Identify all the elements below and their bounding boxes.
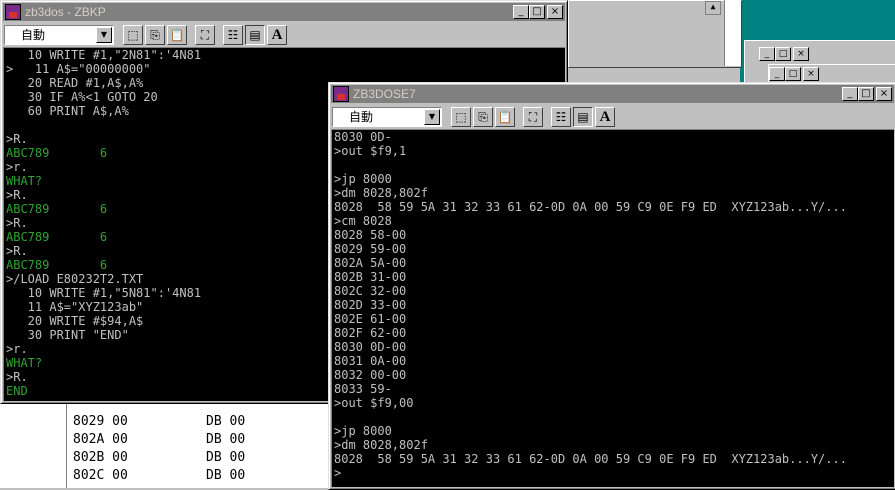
- app-icon[interactable]: [5, 4, 21, 20]
- console-line: 8031 0A-00: [334, 354, 407, 368]
- paste-icon[interactable]: 📋: [495, 107, 515, 127]
- background-icon[interactable]: ▤: [245, 25, 265, 45]
- mark-icon[interactable]: ⬚: [123, 25, 143, 45]
- console-line: 802E 61-00: [334, 312, 407, 326]
- title-bar[interactable]: ZB3DOSE7 _ □ ×: [331, 85, 894, 103]
- console-line: >out $f9,1: [334, 144, 407, 158]
- console-line: 8028 58-00: [334, 228, 407, 242]
- toolbar: 自動 ▼ ⬚ ⎘ 📋 ⛶ ☷ ▤ A: [3, 23, 565, 47]
- maximize-button[interactable]: □: [775, 47, 791, 61]
- scroll-up-arrow-icon[interactable]: ▲: [705, 1, 721, 15]
- console-line: >jp 8000: [334, 172, 392, 186]
- listing-row: 802B 00 DB 00: [73, 450, 246, 465]
- console-line: > 11 A$="00000000": [6, 62, 151, 76]
- console-line: >: [334, 466, 342, 480]
- desktop-area: [0, 402, 66, 488]
- console-line: 8029 59-00: [334, 242, 407, 256]
- console-line: 802A 5A-00: [334, 256, 407, 270]
- window-title: ZB3DOSE7: [353, 87, 416, 101]
- console-line: >dm 8028,802f: [334, 438, 428, 452]
- app-icon[interactable]: [333, 86, 349, 102]
- font-size-combo[interactable]: 自動 ▼: [332, 107, 442, 127]
- copy-icon[interactable]: ⎘: [145, 25, 165, 45]
- console-line: >jp 8000: [334, 424, 392, 438]
- font-button[interactable]: A: [267, 25, 287, 45]
- minimize-button[interactable]: _: [759, 47, 775, 61]
- close-button[interactable]: ×: [876, 87, 892, 101]
- maximize-button[interactable]: □: [858, 87, 874, 101]
- mark-icon[interactable]: ⬚: [451, 107, 471, 127]
- console-line: 8028 58 59 5A 31 32 33 61 62-0D 0A 00 59…: [334, 200, 847, 214]
- window-title: zb3dos - ZBKP: [25, 5, 106, 19]
- background-window[interactable]: ▲: [568, 0, 742, 68]
- font-button[interactable]: A: [595, 107, 615, 127]
- copy-icon[interactable]: ⎘: [473, 107, 493, 127]
- combo-value: 自動: [349, 110, 374, 124]
- console-line: 802D 33-00: [334, 298, 407, 312]
- minimize-button[interactable]: _: [769, 67, 785, 81]
- console-line: 802F 62-00: [334, 326, 407, 340]
- console-line: 8033 59-: [334, 382, 392, 396]
- maximize-button[interactable]: □: [785, 67, 801, 81]
- console-line: 8032 00-00: [334, 368, 407, 382]
- console-line: 10 WRITE #1,"2N81":'4N81: [6, 48, 202, 62]
- font-size-combo[interactable]: 自動 ▼: [4, 25, 114, 45]
- console-window-zb3dose7[interactable]: ZB3DOSE7 _ □ × 自動 ▼ ⬚ ⎘ 📋 ⛶ ☷ ▤ A 8030 0…: [328, 82, 895, 490]
- console-line: 8030 0D-00: [334, 340, 407, 354]
- dropdown-arrow-icon[interactable]: ▼: [96, 27, 112, 43]
- paste-icon[interactable]: 📋: [167, 25, 187, 45]
- listing-row: 802A 00 DB 00: [73, 432, 246, 447]
- dropdown-arrow-icon[interactable]: ▼: [424, 109, 440, 125]
- console-line: >dm 8028,802f: [334, 186, 428, 200]
- title-bar[interactable]: zb3dos - ZBKP _ □ ×: [3, 3, 565, 21]
- listing-row: 8029 00 DB 00: [73, 414, 246, 429]
- console-line: 8030 0D-: [334, 130, 392, 144]
- close-button[interactable]: ×: [547, 5, 563, 19]
- properties-icon[interactable]: ☷: [223, 25, 243, 45]
- close-button[interactable]: ×: [793, 47, 809, 61]
- console-line: >cm 8028: [334, 214, 392, 228]
- combo-value: 自動: [21, 28, 46, 42]
- minimize-button[interactable]: _: [513, 5, 529, 19]
- properties-icon[interactable]: ☷: [551, 107, 571, 127]
- vertical-scrollbar[interactable]: [724, 0, 741, 66]
- disassembly-listing[interactable]: 802B 00 DATADR:DB 00 8029 00 DB 00 802A …: [66, 392, 329, 488]
- fullscreen-icon[interactable]: ⛶: [195, 25, 215, 45]
- minimize-button[interactable]: _: [842, 87, 858, 101]
- listing-row: 802C 00 DB 00: [73, 468, 246, 483]
- console-line: 8028 58 59 5A 31 32 33 61 62-0D 0A 00 59…: [334, 452, 847, 466]
- console-line: 802B 31-00: [334, 270, 407, 284]
- toolbar: 自動 ▼ ⬚ ⎘ 📋 ⛶ ☷ ▤ A: [331, 105, 894, 129]
- console-line: 802C 32-00: [334, 284, 407, 298]
- console-line: >out $f9,00: [334, 396, 414, 410]
- close-button[interactable]: ×: [803, 67, 819, 81]
- background-icon[interactable]: ▤: [573, 107, 593, 127]
- maximize-button[interactable]: □: [529, 5, 545, 19]
- fullscreen-icon[interactable]: ⛶: [523, 107, 543, 127]
- console-output[interactable]: 8030 0D- >out $f9,1 >jp 8000 >dm 8028,802f 8…: [331, 129, 894, 487]
